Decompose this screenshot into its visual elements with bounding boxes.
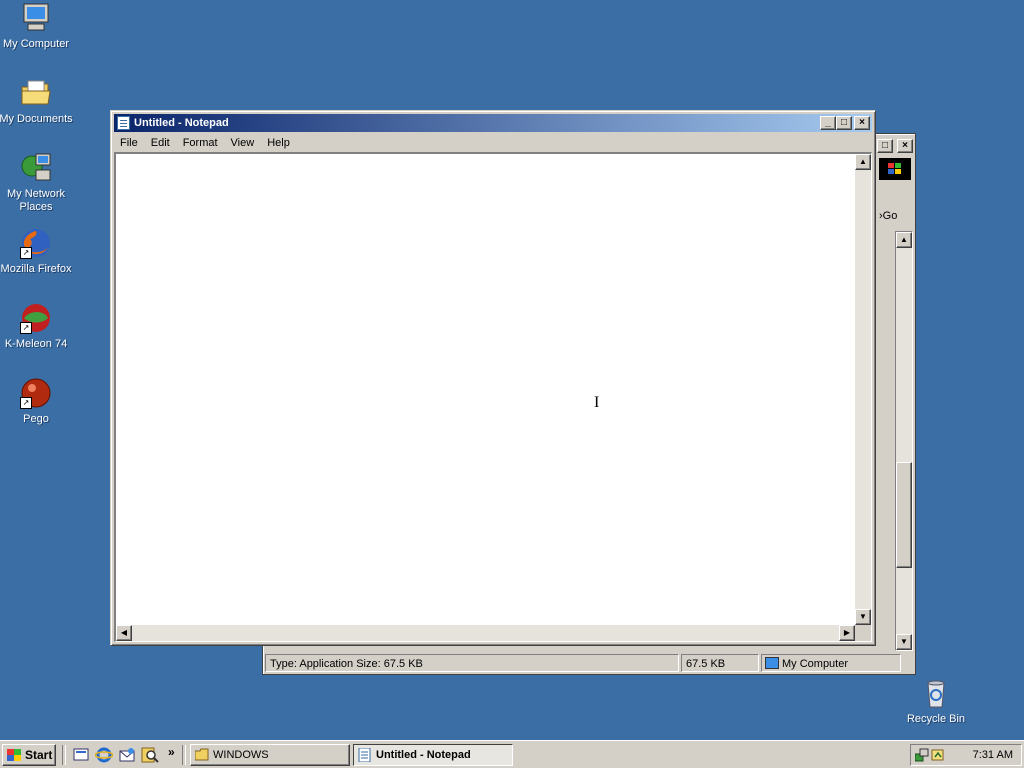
desktop-icon-firefox[interactable]: ↗ Mozilla Firefox: [0, 227, 74, 276]
task-label: WINDOWS: [213, 749, 269, 761]
desktop-icon-label: My Documents: [0, 113, 73, 125]
desktop-icon-pego[interactable]: ↗ Pego: [0, 377, 74, 426]
vertical-scrollbar[interactable]: ▲ ▼: [855, 154, 871, 625]
status-zone-label: My Computer: [782, 658, 849, 670]
search-icon[interactable]: [141, 746, 159, 764]
edit-area[interactable]: I ▲ ▼ ◀ ▶: [114, 152, 872, 642]
desktop-icon-network-places[interactable]: My Network Places: [0, 152, 74, 214]
scroll-down-button[interactable]: ▼: [896, 634, 912, 650]
pego-icon: ↗: [20, 377, 52, 409]
shortcut-arrow-icon: ↗: [20, 397, 32, 409]
volume-tray-icon[interactable]: [931, 748, 945, 762]
text-editor[interactable]: [118, 156, 851, 621]
windows-flag-icon: [7, 749, 21, 761]
menu-format[interactable]: Format: [177, 134, 225, 152]
horizontal-scrollbar[interactable]: ◀ ▶: [116, 625, 855, 641]
clock[interactable]: 7:31 AM: [973, 745, 1013, 765]
windows-logo-icon: [879, 158, 911, 180]
go-label: Go: [882, 210, 898, 222]
size-grip-icon[interactable]: [855, 625, 871, 641]
window-title: Untitled - Notepad: [134, 117, 229, 129]
task-button-windows[interactable]: WINDOWS: [190, 744, 350, 766]
system-tray: 7:31 AM: [910, 744, 1022, 766]
menu-file[interactable]: File: [114, 134, 145, 152]
firefox-icon: ↗: [20, 227, 52, 259]
shortcut-arrow-icon: ↗: [20, 322, 32, 334]
task-button-notepad[interactable]: Untitled - Notepad: [353, 744, 513, 766]
task-label: Untitled - Notepad: [376, 749, 471, 761]
notepad-icon: [117, 116, 130, 130]
status-type-size: Type: Application Size: 67.5 KB: [265, 654, 679, 672]
shortcut-arrow-icon: ↗: [20, 247, 32, 259]
status-zone: My Computer: [761, 654, 901, 672]
desktop-icon-label: My Computer: [2, 38, 70, 50]
my-documents-icon: [20, 77, 52, 109]
internet-explorer-icon[interactable]: [94, 746, 114, 764]
computer-zone-icon: [765, 657, 779, 669]
menu-bar: File Edit Format View Help: [114, 134, 872, 152]
text-cursor-icon: I: [594, 394, 600, 411]
close-button[interactable]: ×: [854, 116, 870, 130]
scroll-down-button[interactable]: ▼: [855, 609, 871, 625]
desktop-icon-label: Mozilla Firefox: [0, 263, 72, 275]
scroll-thumb[interactable]: [896, 462, 912, 568]
minimize-button[interactable]: _: [820, 116, 836, 130]
network-tray-icon[interactable]: [914, 748, 929, 762]
kmeleon-icon: ↗: [20, 302, 52, 334]
start-button[interactable]: Start: [2, 744, 56, 766]
desktop-icon-my-computer[interactable]: My Computer: [0, 2, 74, 51]
menu-edit[interactable]: Edit: [145, 134, 177, 152]
desktop-icon-recycle-bin[interactable]: Recycle Bin: [898, 677, 974, 726]
desktop-icon-label: Pego: [23, 413, 49, 425]
desktop-icon-my-documents[interactable]: My Documents: [0, 77, 74, 126]
maximize-button[interactable]: □: [877, 139, 893, 153]
desktop-icon-label: My Network Places: [6, 188, 66, 213]
maximize-button[interactable]: □: [836, 116, 852, 130]
taskbar-separator: [182, 745, 186, 765]
scroll-up-button[interactable]: ▲: [896, 232, 912, 248]
scroll-right-button[interactable]: ▶: [839, 625, 855, 641]
taskbar: Start » WINDOWS Untitled - Notepad 7:31 …: [0, 740, 1024, 768]
background-vertical-scrollbar[interactable]: ▲ ▼: [895, 231, 913, 651]
desktop-icon-kmeleon[interactable]: ↗ K-Meleon 74: [0, 302, 74, 351]
menu-help[interactable]: Help: [261, 134, 297, 152]
menu-view[interactable]: View: [225, 134, 262, 152]
my-computer-icon: [20, 2, 52, 34]
notepad-icon: [358, 747, 372, 763]
recycle-bin-icon: [920, 677, 952, 709]
background-window-caption-buttons: □ ×: [875, 139, 913, 153]
status-size: 67.5 KB: [681, 654, 759, 672]
outlook-express-icon[interactable]: [118, 746, 136, 764]
scroll-left-button[interactable]: ◀: [116, 625, 132, 641]
desktop-icon-label: K-Meleon 74: [4, 338, 68, 350]
desktop-icon-label: Recycle Bin: [906, 713, 966, 725]
go-button[interactable]: ›Go: [877, 206, 911, 226]
notepad-titlebar[interactable]: Untitled - Notepad _ □ ×: [114, 114, 872, 132]
network-places-icon: [20, 152, 52, 184]
folder-icon: [194, 748, 209, 762]
quick-launch-chevron[interactable]: »: [168, 745, 175, 759]
scroll-up-button[interactable]: ▲: [855, 154, 871, 170]
status-bar: Type: Application Size: 67.5 KB 67.5 KB …: [263, 652, 915, 674]
start-label: Start: [25, 748, 53, 762]
notepad-window[interactable]: Untitled - Notepad _ □ × File Edit Forma…: [110, 110, 876, 646]
show-desktop-icon[interactable]: [72, 746, 90, 764]
taskbar-separator: [62, 745, 66, 765]
close-button[interactable]: ×: [897, 139, 913, 153]
